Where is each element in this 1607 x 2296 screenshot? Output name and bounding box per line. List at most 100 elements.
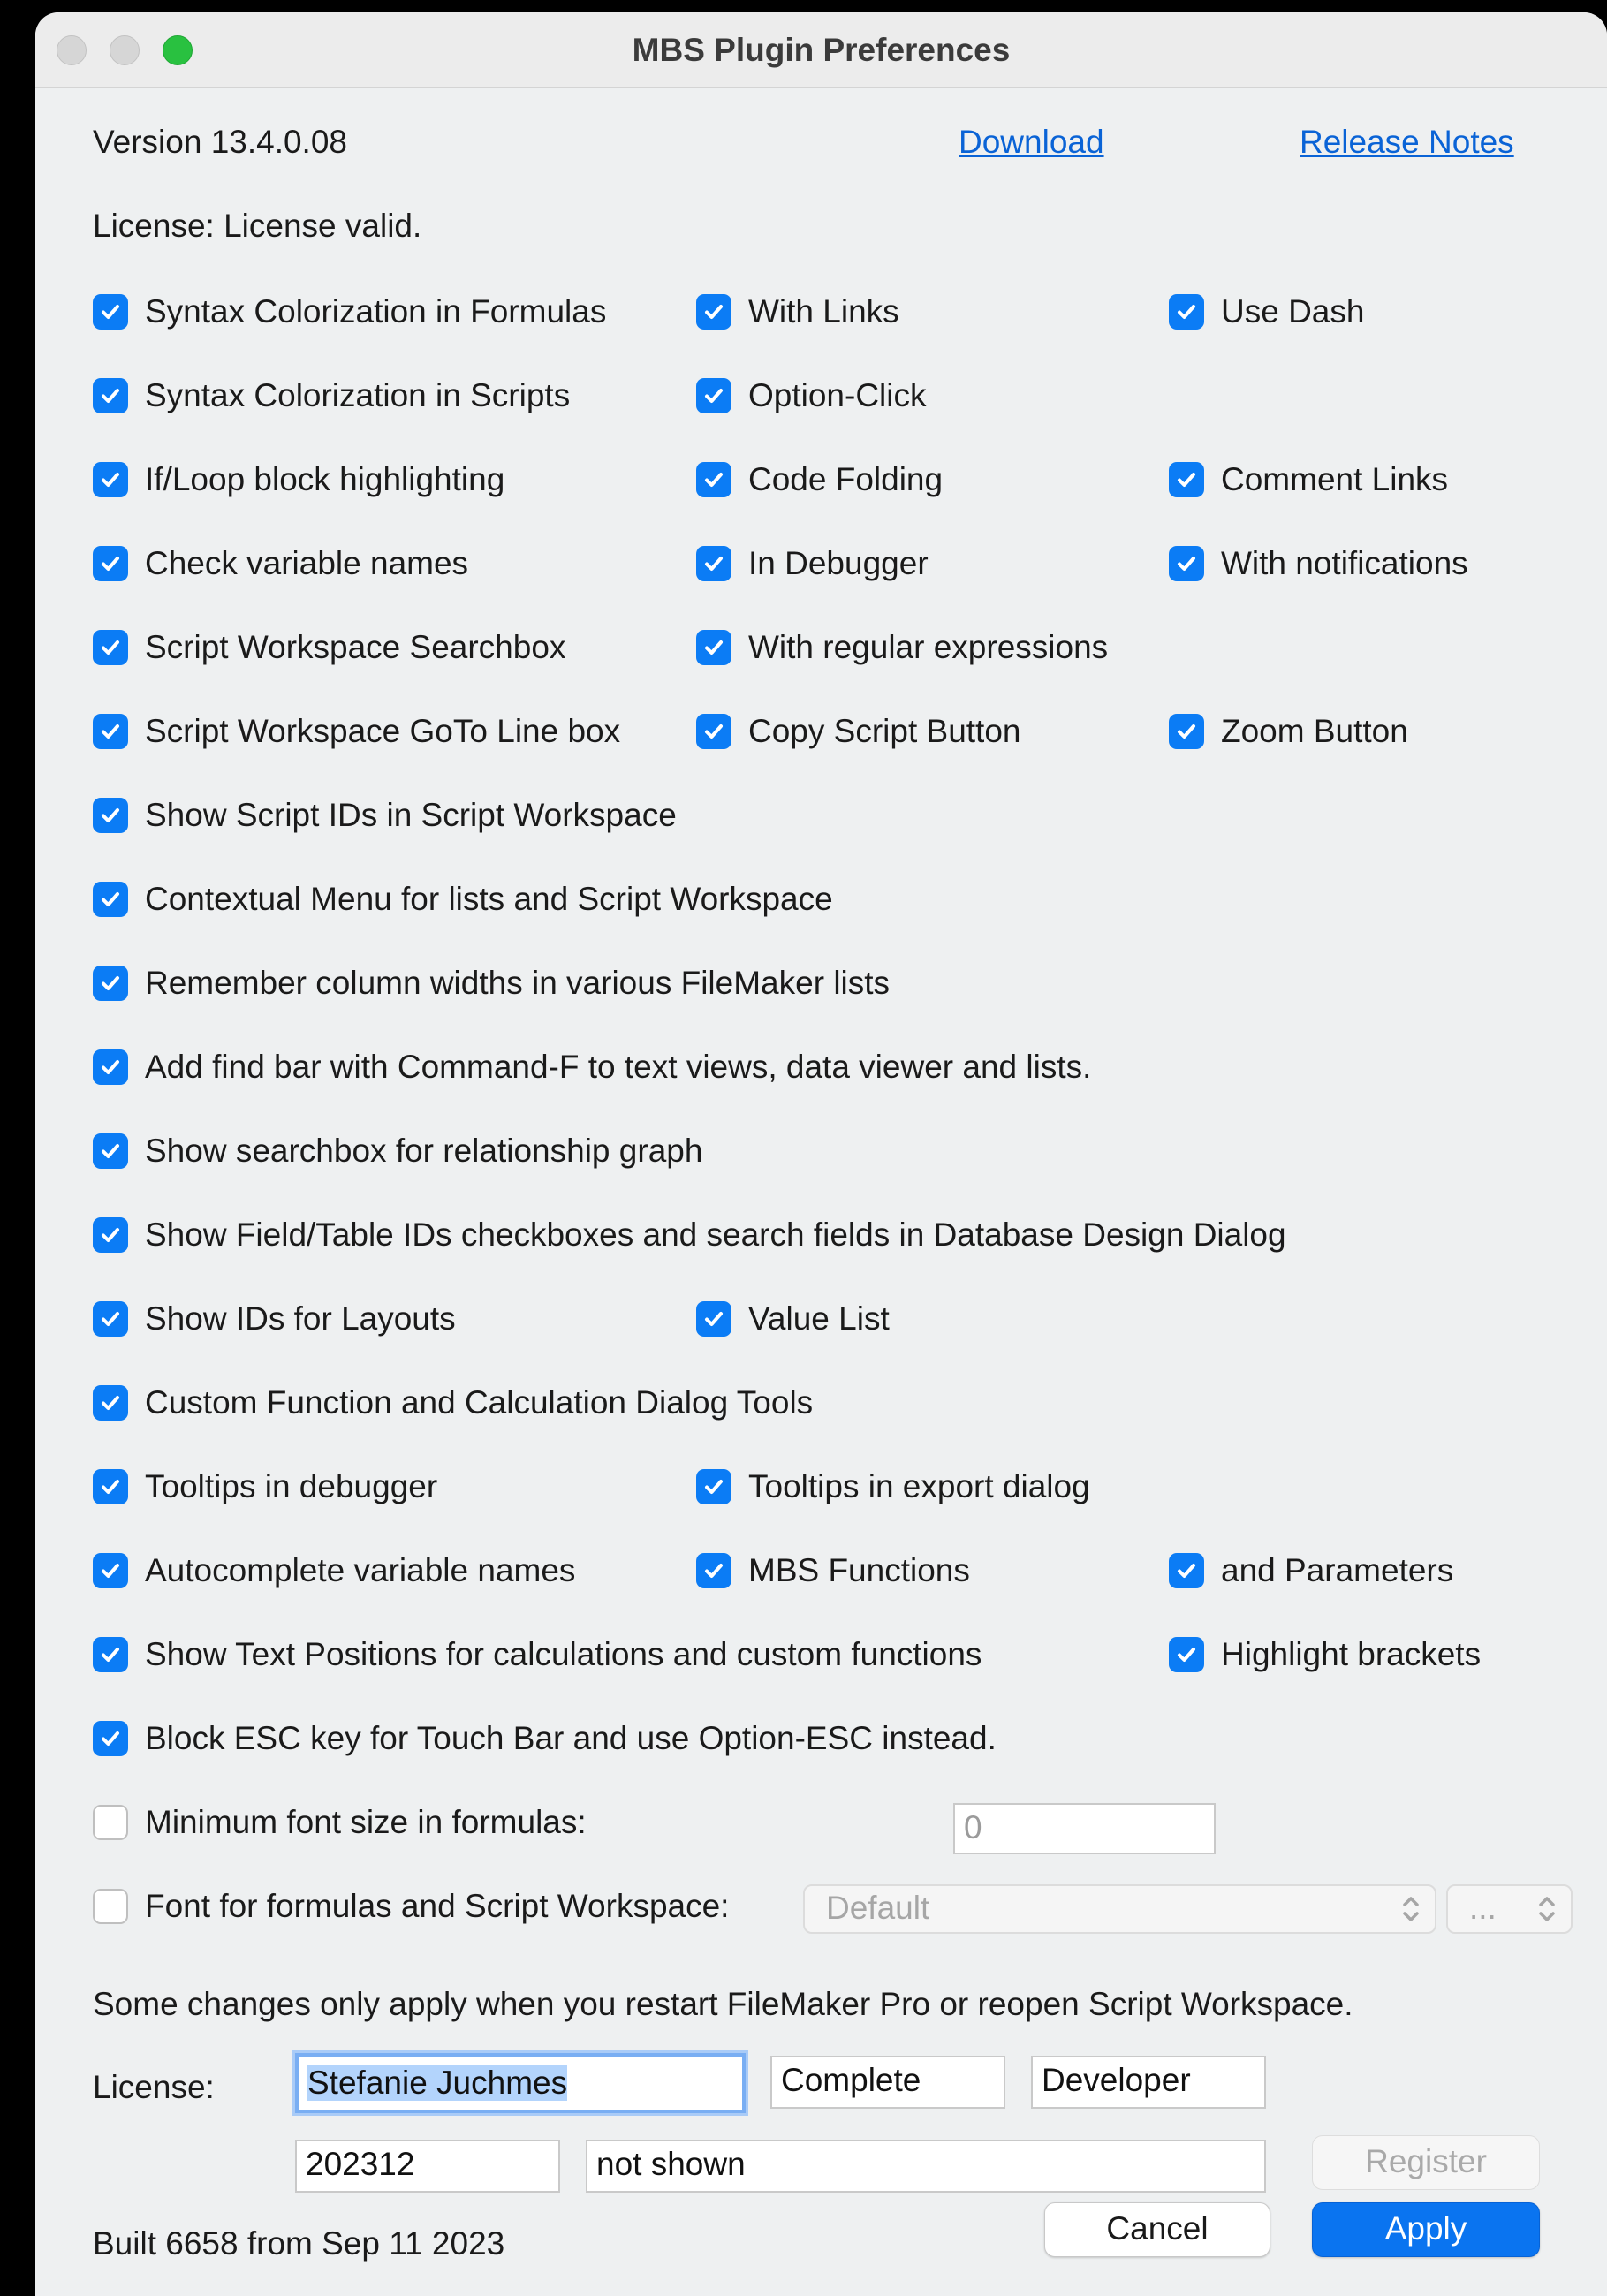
build-info: Built 6658 from Sep 11 2023 bbox=[93, 2225, 505, 2262]
mbs-functions-checkbox[interactable]: MBS Functions bbox=[696, 1550, 970, 1591]
remember-widths-checkbox[interactable]: Remember column widths in various FileMa… bbox=[93, 963, 890, 1004]
zoom-button-checkbox[interactable]: Zoom Button bbox=[1169, 711, 1408, 752]
with-regex-checkbox[interactable]: With regular expressions bbox=[696, 627, 1108, 668]
font-select[interactable]: Default bbox=[803, 1884, 1436, 1934]
checkbox-label: Tooltips in debugger bbox=[145, 1468, 438, 1504]
preferences-window: MBS Plugin Preferences Version 13.4.0.08… bbox=[35, 12, 1607, 2296]
checkbox-label: Show IDs for Layouts bbox=[145, 1300, 456, 1337]
checkbox-label: Custom Function and Calculation Dialog T… bbox=[145, 1384, 814, 1421]
license-edition-input[interactable]: Developer bbox=[1031, 2056, 1266, 2109]
block-esc-checkbox[interactable]: Block ESC key for Touch Bar and use Opti… bbox=[93, 1718, 997, 1759]
release-notes-link[interactable]: Release Notes bbox=[1300, 122, 1514, 163]
checkbox-unchecked bbox=[93, 1889, 128, 1924]
in-debugger-checkbox[interactable]: In Debugger bbox=[696, 543, 929, 584]
license-key-input[interactable]: not shown bbox=[586, 2140, 1266, 2193]
checkmark-icon bbox=[1169, 462, 1204, 497]
checkbox-label: Add find bar with Command-F to text view… bbox=[145, 1049, 1092, 1085]
checkbox-label: In Debugger bbox=[748, 545, 929, 581]
checkbox-label: Syntax Colorization in Formulas bbox=[145, 293, 607, 330]
download-link[interactable]: Download bbox=[959, 122, 1104, 163]
syntax-scripts-checkbox[interactable]: Syntax Colorization in Scripts bbox=[93, 375, 570, 416]
goto-line-checkbox[interactable]: Script Workspace GoTo Line box bbox=[93, 711, 620, 752]
min-font-size-input[interactable]: 0 bbox=[953, 1803, 1216, 1854]
checkmark-icon bbox=[1169, 546, 1204, 581]
checkbox-label: Copy Script Button bbox=[748, 713, 1021, 749]
register-button[interactable]: Register bbox=[1312, 2135, 1540, 2190]
checkbox-label: Tooltips in export dialog bbox=[748, 1468, 1090, 1504]
checkmark-icon bbox=[93, 882, 128, 917]
and-parameters-checkbox[interactable]: and Parameters bbox=[1169, 1550, 1453, 1591]
searchbox-graph-checkbox[interactable]: Show searchbox for relationship graph bbox=[93, 1131, 702, 1171]
checkbox-label: Contextual Menu for lists and Script Wor… bbox=[145, 881, 833, 917]
license-status: License: License valid. bbox=[93, 208, 422, 244]
checkmark-icon bbox=[93, 966, 128, 1001]
checkmark-icon bbox=[93, 1301, 128, 1337]
license-date-input[interactable]: 202312 bbox=[295, 2140, 560, 2193]
checkbox-label: Syntax Colorization in Scripts bbox=[145, 377, 571, 413]
checkbox-label: With regular expressions bbox=[748, 629, 1109, 665]
check-variable-checkbox[interactable]: Check variable names bbox=[93, 543, 468, 584]
copy-script-checkbox[interactable]: Copy Script Button bbox=[696, 711, 1020, 752]
checkmark-icon bbox=[696, 1469, 731, 1504]
checkmark-icon bbox=[93, 1133, 128, 1169]
checkbox-label: Autocomplete variable names bbox=[145, 1552, 576, 1588]
with-links-checkbox[interactable]: With Links bbox=[696, 292, 899, 332]
cancel-button[interactable]: Cancel bbox=[1044, 2202, 1270, 2257]
text-positions-checkbox[interactable]: Show Text Positions for calculations and… bbox=[93, 1634, 982, 1675]
checkbox-label: Show Script IDs in Script Workspace bbox=[145, 797, 677, 833]
use-dash-checkbox[interactable]: Use Dash bbox=[1169, 292, 1364, 332]
checkmark-icon bbox=[696, 1301, 731, 1337]
checkmark-icon bbox=[696, 546, 731, 581]
checkmark-icon bbox=[696, 462, 731, 497]
version-label: Version 13.4.0.08 bbox=[93, 124, 347, 160]
syntax-formulas-checkbox[interactable]: Syntax Colorization in Formulas bbox=[93, 292, 606, 332]
license-label: License: bbox=[93, 2069, 215, 2105]
checkbox-unchecked bbox=[93, 1805, 128, 1840]
font-size-select[interactable]: ... bbox=[1446, 1884, 1573, 1934]
value-list-checkbox[interactable]: Value List bbox=[696, 1299, 890, 1339]
checkmark-icon bbox=[696, 630, 731, 665]
font-formulas-checkbox[interactable]: Font for formulas and Script Workspace: bbox=[93, 1886, 729, 1927]
license-name-input[interactable]: Stefanie Juchmes bbox=[295, 2053, 746, 2113]
find-bar-checkbox[interactable]: Add find bar with Command-F to text view… bbox=[93, 1047, 1091, 1087]
checkbox-label: Value List bbox=[748, 1300, 890, 1337]
highlight-brackets-checkbox[interactable]: Highlight brackets bbox=[1169, 1634, 1481, 1675]
checkmark-icon bbox=[93, 1553, 128, 1588]
if-loop-checkbox[interactable]: If/Loop block highlighting bbox=[93, 459, 504, 500]
custom-function-tools-checkbox[interactable]: Custom Function and Calculation Dialog T… bbox=[93, 1383, 813, 1423]
checkmark-icon bbox=[93, 546, 128, 581]
with-notifications-checkbox[interactable]: With notifications bbox=[1169, 543, 1468, 584]
checkbox-label: Option-Click bbox=[748, 377, 927, 413]
ids-layouts-checkbox[interactable]: Show IDs for Layouts bbox=[93, 1299, 456, 1339]
license-name-value: Stefanie Juchmes bbox=[307, 2065, 568, 2101]
checkbox-label: If/Loop block highlighting bbox=[145, 461, 505, 497]
checkmark-icon bbox=[93, 462, 128, 497]
checkbox-label: Show Field/Table IDs checkboxes and sear… bbox=[145, 1216, 1286, 1253]
workspace-searchbox-checkbox[interactable]: Script Workspace Searchbox bbox=[93, 627, 565, 668]
checkmark-icon bbox=[696, 1553, 731, 1588]
field-table-ids-checkbox[interactable]: Show Field/Table IDs checkboxes and sear… bbox=[93, 1215, 1286, 1255]
title-bar: MBS Plugin Preferences bbox=[35, 12, 1607, 88]
checkmark-icon bbox=[93, 798, 128, 833]
checkmark-icon bbox=[93, 294, 128, 330]
apply-button[interactable]: Apply bbox=[1312, 2202, 1540, 2257]
comment-links-checkbox[interactable]: Comment Links bbox=[1169, 459, 1448, 500]
checkbox-label: With Links bbox=[748, 293, 899, 330]
checkmark-icon bbox=[696, 714, 731, 749]
tooltips-debugger-checkbox[interactable]: Tooltips in debugger bbox=[93, 1466, 437, 1507]
checkmark-icon bbox=[93, 1217, 128, 1253]
checkbox-label: With notifications bbox=[1221, 545, 1468, 581]
show-script-ids-checkbox[interactable]: Show Script IDs in Script Workspace bbox=[93, 795, 677, 836]
contextual-menu-checkbox[interactable]: Contextual Menu for lists and Script Wor… bbox=[93, 879, 833, 920]
option-click-checkbox[interactable]: Option-Click bbox=[696, 375, 927, 416]
min-font-size-checkbox[interactable]: Minimum font size in formulas: bbox=[93, 1802, 587, 1843]
chevron-up-down-icon bbox=[1539, 1897, 1555, 1921]
checkmark-icon bbox=[93, 1049, 128, 1085]
checkmark-icon bbox=[1169, 1553, 1204, 1588]
code-folding-checkbox[interactable]: Code Folding bbox=[696, 459, 943, 500]
autocomplete-checkbox[interactable]: Autocomplete variable names bbox=[93, 1550, 575, 1591]
checkbox-label: Zoom Button bbox=[1221, 713, 1408, 749]
license-type-input[interactable]: Complete bbox=[770, 2056, 1005, 2109]
tooltips-export-checkbox[interactable]: Tooltips in export dialog bbox=[696, 1466, 1090, 1507]
checkbox-label: MBS Functions bbox=[748, 1552, 970, 1588]
